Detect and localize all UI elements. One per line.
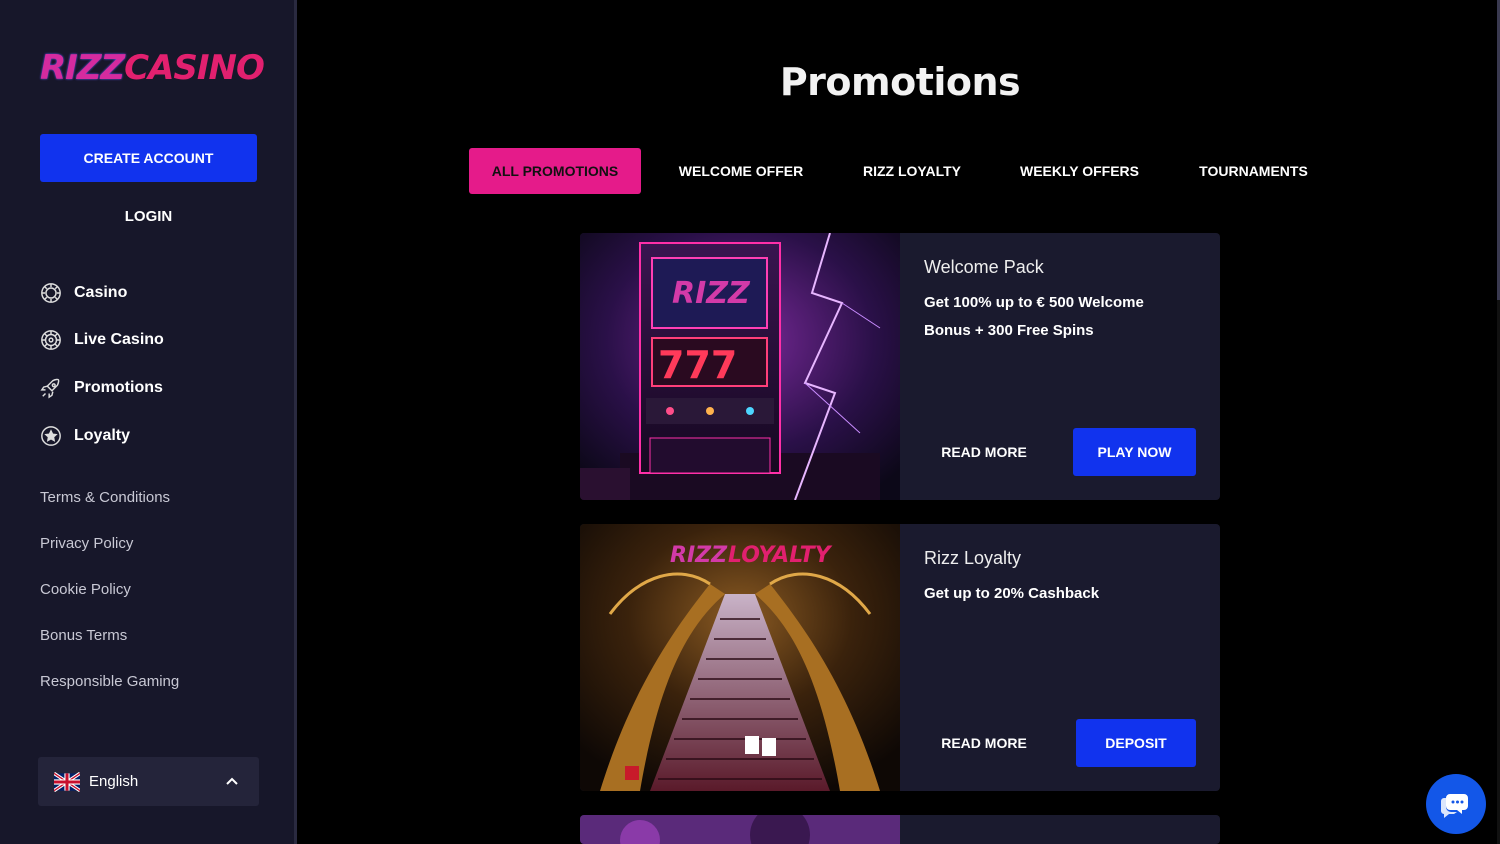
- read-more-button[interactable]: READ MORE: [924, 720, 1044, 766]
- sidebar-item-promotions[interactable]: Promotions: [40, 374, 164, 401]
- slot-logo-text: RIZZ: [672, 276, 751, 311]
- live-chat-button[interactable]: [1426, 774, 1486, 834]
- casino-chip-icon: [41, 282, 61, 303]
- sidebar-item-label: Loyalty: [74, 426, 131, 444]
- sidebar: RIZZCASINO CREATE ACCOUNT LOGIN Casino L…: [0, 0, 297, 844]
- loyalty-logo-rizz: RIZZ: [670, 543, 728, 568]
- promo-title: Rizz Loyalty: [924, 548, 1022, 568]
- page-title: Promotions: [779, 60, 1021, 104]
- tab-welcome-offer[interactable]: WELCOME OFFER: [641, 148, 841, 194]
- deposit-button[interactable]: DEPOSIT: [1076, 719, 1196, 767]
- bonus-terms-link[interactable]: Bonus Terms: [40, 627, 179, 649]
- promo-image[interactable]: [580, 815, 900, 844]
- sidebar-item-label: Promotions: [74, 378, 163, 396]
- sidebar-nav: Casino Live Casino Promotions Loyalty: [40, 279, 164, 470]
- uk-flag-icon: [54, 771, 80, 792]
- responsible-gaming-link[interactable]: Responsible Gaming: [40, 673, 179, 695]
- terms-link[interactable]: Terms & Conditions: [40, 489, 179, 511]
- star-circle-icon: [41, 425, 61, 446]
- roulette-icon: [41, 330, 61, 351]
- read-more-button[interactable]: READ MORE: [924, 429, 1044, 475]
- rocket-icon: [40, 378, 60, 399]
- sidebar-item-label: Live Casino: [74, 331, 164, 349]
- logo-casino: CASINO: [124, 48, 265, 88]
- privacy-policy-link[interactable]: Privacy Policy: [40, 535, 179, 557]
- rizz-casino-logo[interactable]: RIZZCASINO: [40, 48, 265, 88]
- tab-all-promotions[interactable]: ALL PROMOTIONS: [469, 148, 641, 194]
- sidebar-item-casino[interactable]: Casino: [40, 279, 164, 306]
- svg-text:777: 777: [658, 343, 737, 387]
- footer-links: Terms & Conditions Privacy Policy Cookie…: [40, 489, 179, 719]
- loyalty-logo-text: LOYALTY: [728, 543, 833, 568]
- promo-card-rizz-loyalty: RIZZ LOYALTY Rizz Loyalty Get up to 20% …: [580, 524, 1220, 791]
- promo-card-partial: [580, 815, 1220, 844]
- promo-description: Get 100% up to € 500 Welcome Bonus + 300…: [924, 294, 1144, 339]
- tab-weekly-offers[interactable]: WEEKLY OFFERS: [983, 148, 1176, 194]
- tab-tournaments[interactable]: TOURNAMENTS: [1176, 148, 1331, 194]
- chevron-up-icon: [226, 777, 238, 785]
- chat-bubbles-icon: [1441, 794, 1468, 818]
- promo-description: Get up to 20% Cashback: [924, 585, 1100, 602]
- tab-rizz-loyalty[interactable]: RIZZ LOYALTY: [841, 148, 983, 194]
- cookie-policy-link[interactable]: Cookie Policy: [40, 581, 179, 603]
- promotion-tabs: ALL PROMOTIONS WELCOME OFFER RIZZ LOYALT…: [469, 148, 1331, 194]
- create-account-button[interactable]: CREATE ACCOUNT: [40, 134, 257, 182]
- promo-title: Welcome Pack: [924, 257, 1044, 277]
- play-now-button[interactable]: PLAY NOW: [1073, 428, 1196, 476]
- login-button[interactable]: LOGIN: [40, 204, 257, 228]
- sidebar-item-label: Casino: [74, 283, 128, 301]
- language-label: English: [89, 773, 139, 790]
- slot-machine-image[interactable]: RIZZ 777: [580, 233, 900, 500]
- sidebar-item-live-casino[interactable]: Live Casino: [40, 327, 164, 354]
- loyalty-stairway-image[interactable]: RIZZ LOYALTY: [580, 524, 900, 791]
- sidebar-item-loyalty[interactable]: Loyalty: [40, 422, 164, 449]
- promo-card-welcome-pack: RIZZ 777 Welcome Pack Get 100% up to € 5…: [580, 233, 1220, 500]
- logo-rizz: RIZZ: [40, 48, 125, 88]
- language-selector[interactable]: English: [38, 757, 259, 806]
